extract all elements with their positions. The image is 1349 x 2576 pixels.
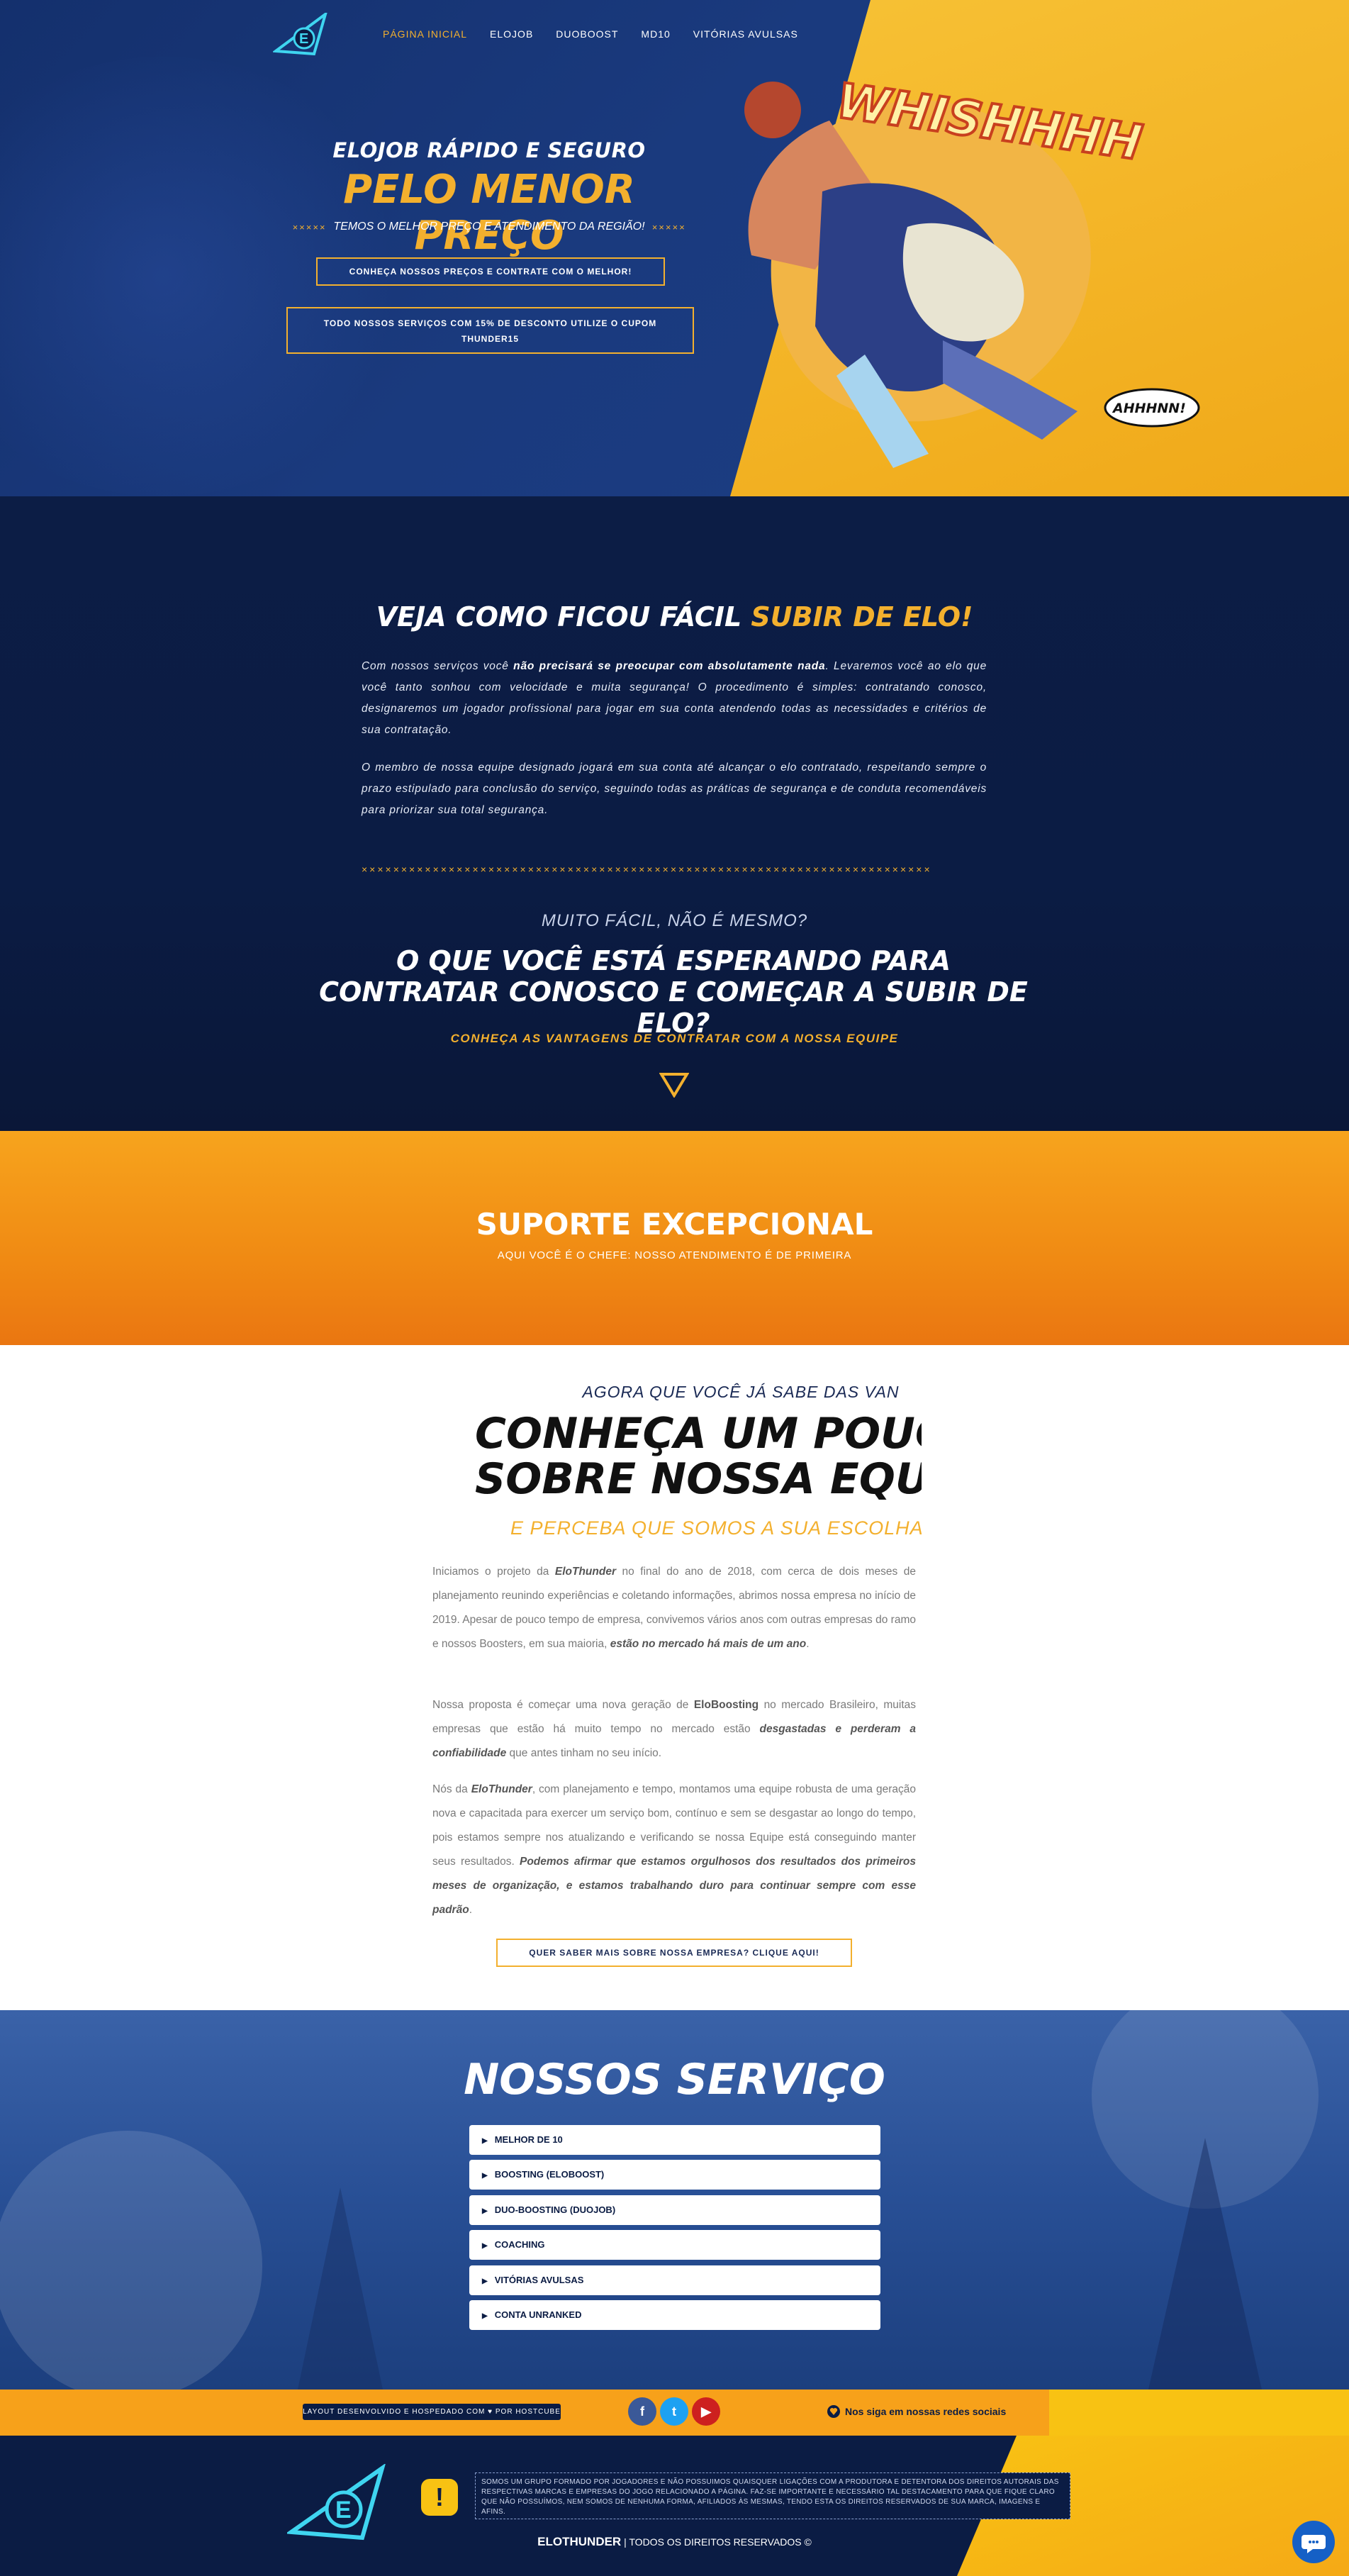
hero-subtitle-row: ××××× TEMOS O MELHOR PREÇO E ATENDIMENTO… <box>269 221 709 233</box>
services-title: NOSSOS SERVIÇO <box>464 2055 885 2104</box>
youtube-icon[interactable]: ▶ <box>692 2397 720 2426</box>
hero-tagline: ELOJOB RÁPIDO E SEGURO <box>332 138 646 162</box>
decor-x-divider: ××××××××××××××××××××××××××××××××××××××××… <box>362 864 932 875</box>
service-item-coaching[interactable]: ▶ COACHING <box>469 2230 880 2260</box>
caret-right-icon: ▶ <box>482 2207 488 2215</box>
credit-badge[interactable]: LAYOUT DESENVOLVIDO E HOSPEDADO COM ♥ PO… <box>303 2404 561 2420</box>
twitter-icon[interactable]: t <box>660 2397 688 2426</box>
service-item-unranked[interactable]: ▶ CONTA UNRANKED <box>469 2300 880 2330</box>
prices-cta-button[interactable]: CONHEÇA NOSSOS PREÇOS E CONTRATE COM O M… <box>316 257 665 286</box>
service-item-duojob[interactable]: ▶ DUO-BOOSTING (DUOJOB) <box>469 2195 880 2225</box>
intro-easy-text: MUITO FÁCIL, NÃO É MESMO? <box>541 911 808 930</box>
nav-elojob[interactable]: ELOJOB <box>490 28 533 40</box>
intro-title: VEJA COMO FICOU FÁCIL SUBIR DE ELO! <box>0 601 1349 632</box>
hero-fighter-illustration: WHISHHHH AHHHNN! <box>744 72 1200 468</box>
team-title-line-1: CONHEÇA UM POUCO <box>475 1411 922 1459</box>
copyright: ELOTHUNDER | TODOS OS DIREITOS RESERVADO… <box>537 2535 812 2548</box>
art-sfx-2: AHHHNN! <box>1112 401 1186 416</box>
team-subtitle: E PERCEBA QUE SOMOS A SUA ESCOLHA CERT <box>510 1517 922 1539</box>
caret-right-icon: ▶ <box>482 2137 488 2145</box>
intro-title-white: VEJA COMO FICOU FÁCIL <box>376 601 751 632</box>
service-item-md10[interactable]: ▶ MELHOR DE 10 <box>469 2125 880 2155</box>
facebook-icon[interactable]: f <box>628 2397 656 2426</box>
chat-icon[interactable] <box>1292 2521 1335 2563</box>
hero-subtitle: TEMOS O MELHOR PREÇO E ATENDIMENTO DA RE… <box>333 221 645 233</box>
warning-icon: ! <box>421 2479 458 2516</box>
support-subtitle: AQUI VOCÊ É O CHEFE: NOSSO ATENDIMENTO É… <box>497 1249 852 1261</box>
hero-title: PELO MENOR PREÇO <box>343 167 635 259</box>
intro-paragraph-1: Com nossos serviços você não precisará s… <box>362 660 987 736</box>
intro-question: O QUE VOCÊ ESTÁ ESPERANDO PARA CONTRATAR… <box>319 945 1028 1039</box>
coupon-button[interactable]: TODO NOSSOS SERVIÇOS COM 15% DE DESCONTO… <box>286 307 694 354</box>
follow-us: Nos siga em nossas redes sociais <box>827 2404 1006 2419</box>
team-title-line-2: SOBRE NOSSA EQUIP <box>475 1454 922 1503</box>
caret-right-icon: ▶ <box>482 2277 488 2285</box>
footer-logo[interactable]: E <box>287 2464 386 2542</box>
footer-brand: ELOTHUNDER <box>537 2535 622 2548</box>
team-pre-title: AGORA QUE VOCÊ JÁ SABE DAS VAN <box>582 1383 900 1401</box>
intro-paragraph-2: O membro de nossa equipe designado jogar… <box>362 762 987 816</box>
nav-duoboost[interactable]: DUOBOOST <box>556 28 618 40</box>
main-nav: PÁGINA INICIAL ELOJOB DUOBOOST MD10 VITÓ… <box>383 28 798 40</box>
caret-right-icon: ▶ <box>482 2242 488 2250</box>
nav-vitorias[interactable]: VITÓRIAS AVULSAS <box>693 28 798 40</box>
team-paragraph-1: Iniciamos o projeto da EloThunder no fin… <box>432 1566 916 1650</box>
service-item-eloboost[interactable]: ▶ BOOSTING (ELOBOOST) <box>469 2160 880 2190</box>
legal-notice: SOMOS UM GRUPO FORMADO POR JOGADORES E N… <box>475 2472 1070 2519</box>
heart-icon <box>827 2405 840 2418</box>
support-title: SUPORTE EXCEPCIONAL <box>476 1207 873 1242</box>
svg-text:E: E <box>299 31 308 47</box>
site-logo[interactable]: E <box>273 13 328 57</box>
chevron-down-icon[interactable] <box>659 1072 689 1098</box>
service-item-vitorias[interactable]: ▶ VITÓRIAS AVULSAS <box>469 2265 880 2295</box>
team-paragraph-3: Nós da EloThunder, com planejamento e te… <box>432 1783 917 1916</box>
intro-advantages: CONHEÇA AS VANTAGENS DE CONTRATAR COM A … <box>450 1032 899 1045</box>
intro-title-yellow: SUBIR DE ELO! <box>751 601 973 632</box>
caret-right-icon: ▶ <box>482 2312 488 2320</box>
caret-right-icon: ▶ <box>482 2172 488 2180</box>
about-company-button[interactable]: QUER SABER MAIS SOBRE NOSSA EMPRESA? CLI… <box>496 1939 852 1967</box>
nav-home[interactable]: PÁGINA INICIAL <box>383 28 467 40</box>
nav-md10[interactable]: MD10 <box>641 28 670 40</box>
decor-x-left: ××××× <box>292 221 327 233</box>
team-paragraph-2: Nossa proposta é começar uma nova geraçã… <box>432 1699 916 1759</box>
decor-x-right: ××××× <box>651 221 686 233</box>
svg-text:E: E <box>335 2497 352 2524</box>
